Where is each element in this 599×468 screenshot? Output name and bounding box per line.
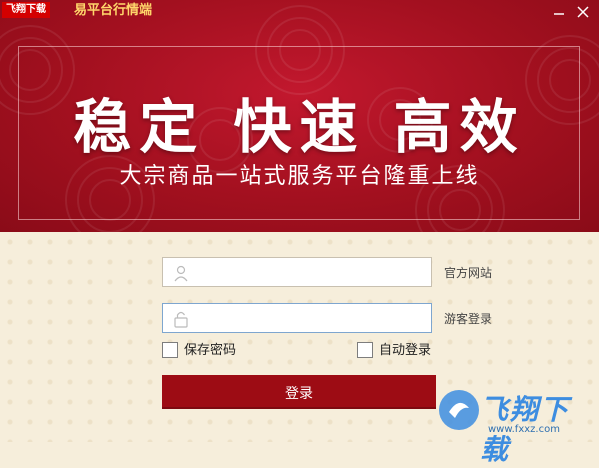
close-button[interactable] (572, 2, 594, 22)
promo-banner: 稳定 快速 高效 大宗商品一站式服务平台隆重上线 (0, 0, 599, 232)
official-site-link[interactable]: 官方网站 (444, 265, 492, 281)
close-icon (577, 6, 589, 18)
banner-headline: 稳定 快速 高效 (73, 93, 526, 161)
guest-login-link[interactable]: 游客登录 (444, 311, 492, 327)
auto-login-checkbox[interactable] (357, 342, 373, 358)
window-title: 易平台行情端 (74, 3, 153, 18)
login-button[interactable]: 登录 (162, 375, 436, 409)
minimize-button[interactable] (548, 2, 570, 22)
remember-password-label: 保存密码 (184, 343, 237, 358)
password-field[interactable] (162, 303, 432, 333)
minimize-icon (554, 13, 564, 15)
site-logo: 飞翔下载 (2, 2, 50, 18)
title-bar[interactable]: 飞翔下载 易平台行情端 (0, 0, 599, 26)
username-field[interactable] (162, 257, 432, 287)
lock-icon (174, 311, 188, 328)
remember-password-checkbox[interactable] (162, 342, 178, 358)
user-icon (174, 265, 188, 282)
auto-login-label: 自动登录 (379, 343, 432, 358)
watermark-url: www.fxxz.com (488, 424, 560, 435)
banner-subline: 大宗商品一站式服务平台隆重上线 (119, 164, 480, 189)
